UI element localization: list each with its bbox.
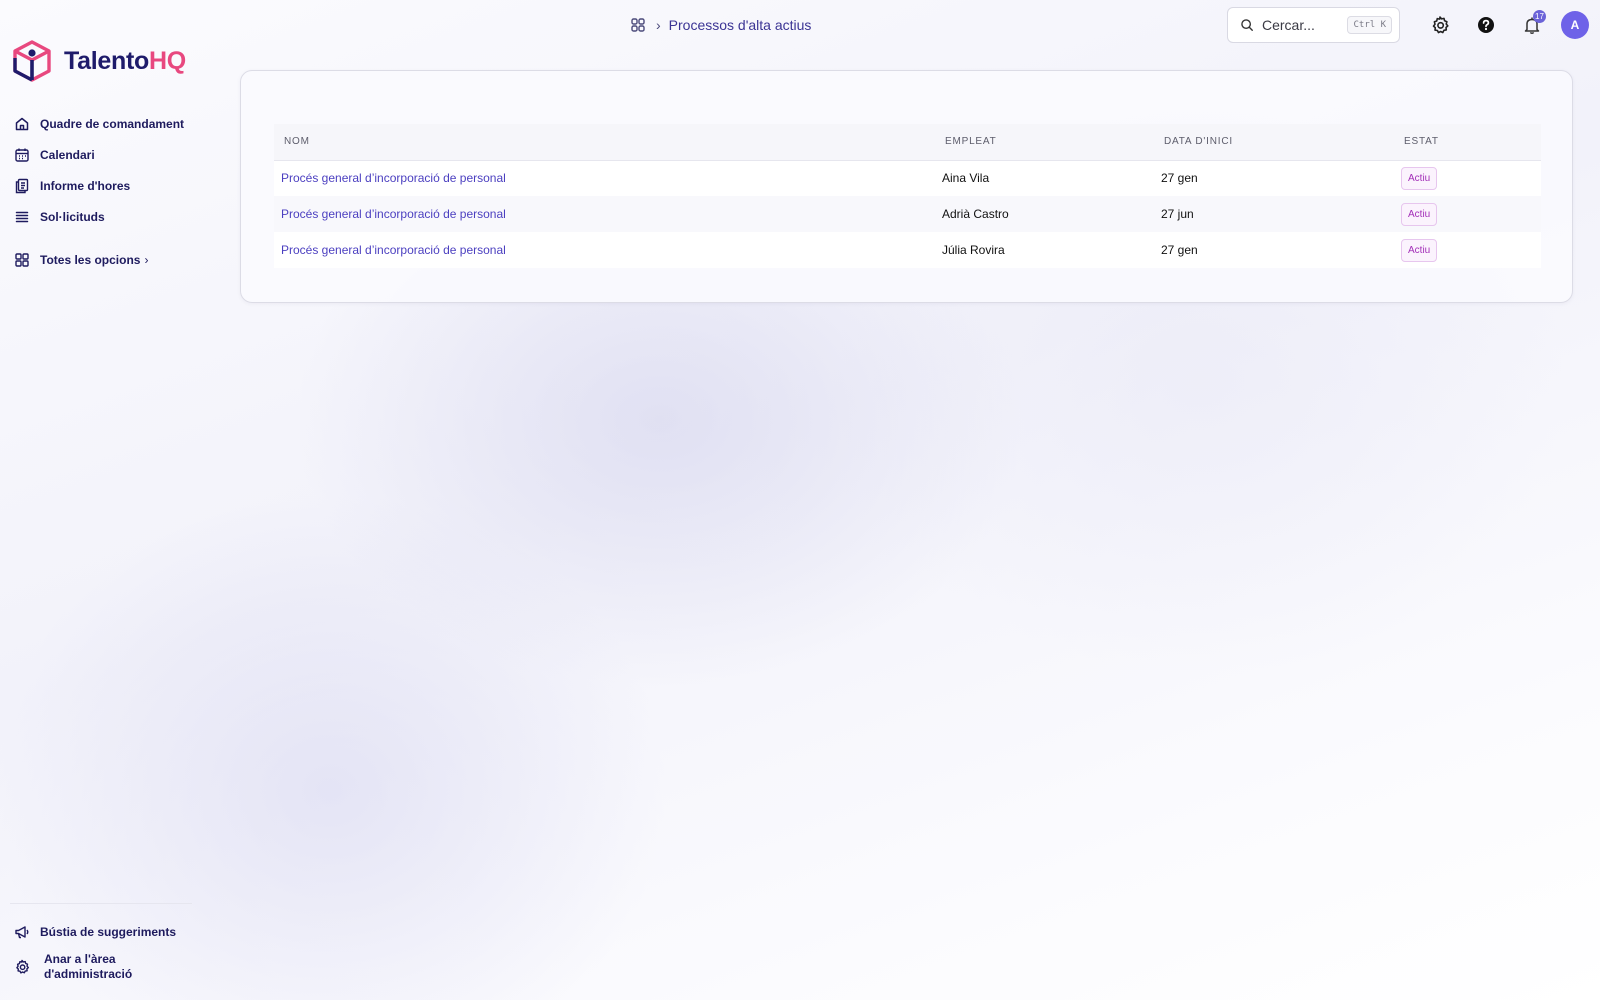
list-icon xyxy=(15,211,29,222)
status-cell: Actiu xyxy=(1394,196,1541,232)
grid-icon xyxy=(15,252,29,267)
sidebar-item-dashboard[interactable]: Quadre de comandament xyxy=(14,108,200,139)
sidebar-item-requests[interactable]: Sol·licituds xyxy=(14,201,200,232)
column-header-status[interactable]: Estat xyxy=(1394,124,1541,160)
page-title: Processos d'alta actius xyxy=(668,17,812,33)
sidebar-item-all-options[interactable]: Totes les opcions › xyxy=(14,244,200,275)
sidebar-item-label: Sol·licituds xyxy=(40,209,105,224)
sidebar-item-label: Anar a l'àrea d'administració xyxy=(44,952,133,981)
process-link[interactable]: Procés general d’incorporació de persona… xyxy=(281,243,506,257)
status-badge: Actiu xyxy=(1401,238,1438,262)
process-link[interactable]: Procés general d’incorporació de persona… xyxy=(281,171,506,185)
search-shortcut-hint: Ctrl K xyxy=(1347,16,1392,34)
table-row[interactable]: Procés general d’incorporació de persona… xyxy=(274,160,1541,196)
status-cell: Actiu xyxy=(1394,160,1541,196)
column-header-employee[interactable]: Empleat xyxy=(935,124,1154,160)
sidebar: TalentoHQ Quadre de comandament Calendar… xyxy=(0,0,200,1000)
notification-count-badge: 17 xyxy=(1533,10,1546,23)
sidebar-item-admin-area[interactable]: Anar a l'àrea d'administració xyxy=(14,950,200,984)
settings-button[interactable] xyxy=(1428,13,1452,37)
sidebar-item-suggestions[interactable]: Bústia de suggeriments xyxy=(14,916,200,947)
sidebar-bottom-nav: Bústia de suggeriments Anar a l'àrea d'ad… xyxy=(14,916,200,984)
grid-icon[interactable] xyxy=(630,17,646,33)
table-header-row: Nom Empleat Data d'inici Estat xyxy=(274,124,1541,160)
onboarding-processes-table: Nom Empleat Data d'inici Estat Procés ge… xyxy=(274,124,1541,268)
process-link[interactable]: Procés general d’incorporació de persona… xyxy=(281,207,506,221)
onboarding-processes-card: Nom Empleat Data d'inici Estat Procés ge… xyxy=(240,70,1573,303)
breadcrumb: › Processos d'alta actius xyxy=(630,14,811,36)
sidebar-item-label: Informe d'hores xyxy=(40,178,131,193)
employee-cell: Aina Vila xyxy=(942,171,990,186)
documents-icon xyxy=(15,178,29,193)
avatar[interactable]: A xyxy=(1561,11,1589,39)
status-cell: Actiu xyxy=(1394,232,1541,268)
search-box[interactable]: Ctrl K xyxy=(1227,7,1400,43)
logo-cube-icon xyxy=(13,40,51,82)
sidebar-nav: Quadre de comandament Calendari Informe … xyxy=(14,108,200,275)
gear-icon xyxy=(16,959,29,974)
sidebar-item-timesheet[interactable]: Informe d'hores xyxy=(14,170,200,201)
brand-name: TalentoHQ xyxy=(64,46,186,75)
process-name-cell: Procés general d’incorporació de persona… xyxy=(274,232,935,268)
search-input[interactable] xyxy=(1262,17,1342,33)
column-header-start-date[interactable]: Data d'inici xyxy=(1154,124,1394,160)
help-button[interactable] xyxy=(1474,13,1498,37)
notifications-button[interactable]: 17 xyxy=(1520,10,1546,37)
search-icon xyxy=(1241,19,1253,31)
sidebar-item-label: Calendari xyxy=(40,147,95,162)
gear-icon xyxy=(1432,16,1449,34)
process-name-cell: Procés general d’incorporació de persona… xyxy=(274,196,935,232)
chevron-right-icon: › xyxy=(656,17,661,33)
home-icon xyxy=(15,117,29,130)
status-badge: Actiu xyxy=(1401,166,1438,190)
start-date-cell: 27 gen xyxy=(1161,171,1198,186)
table-row[interactable]: Procés general d’incorporació de persona… xyxy=(274,232,1541,268)
brand-logo[interactable]: TalentoHQ xyxy=(12,40,186,82)
calendar-icon xyxy=(15,148,29,162)
table-row[interactable]: Procés general d’incorporació de persona… xyxy=(274,196,1541,232)
start-date-cell: 27 jun xyxy=(1161,207,1194,221)
employee-cell: Júlia Rovira xyxy=(942,243,1005,257)
question-circle-icon xyxy=(1478,17,1494,33)
megaphone-icon xyxy=(15,925,29,938)
sidebar-item-label: Totes les opcions xyxy=(40,252,141,267)
employee-cell: Adrià Castro xyxy=(942,207,1009,221)
sidebar-item-label: Quadre de comandament xyxy=(40,116,185,131)
sidebar-divider xyxy=(10,903,192,904)
column-header-name[interactable]: Nom xyxy=(274,124,935,160)
chevron-right-icon: › xyxy=(144,252,149,267)
process-name-cell: Procés general d’incorporació de persona… xyxy=(274,160,935,196)
sidebar-item-label: Bústia de suggeriments xyxy=(40,924,177,939)
sidebar-item-calendar[interactable]: Calendari xyxy=(14,139,200,170)
start-date-cell: 27 gen xyxy=(1161,243,1198,257)
status-badge: Actiu xyxy=(1401,202,1438,226)
